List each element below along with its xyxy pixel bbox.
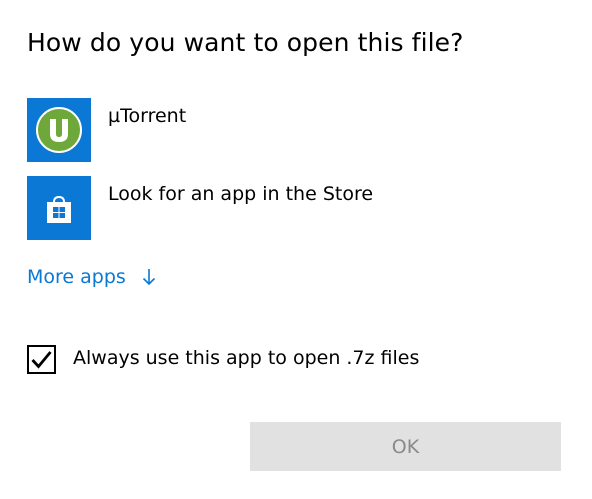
app-option-utorrent[interactable]: µTorrent [27,98,487,162]
app-option-store[interactable]: Look for an app in the Store [27,176,487,240]
store-tile [27,176,91,240]
utorrent-tile [27,98,91,162]
ok-button[interactable]: OK [250,422,561,471]
open-with-dialog: How do you want to open this file? µTorr… [0,0,592,499]
always-use-checkbox[interactable] [27,345,56,374]
utorrent-icon [36,107,82,153]
arrow-down-icon [142,268,156,291]
always-use-label: Always use this app to open .7z files [73,347,420,369]
more-apps-label: More apps [27,266,126,288]
app-label-store: Look for an app in the Store [108,183,374,205]
app-label-utorrent: µTorrent [108,105,187,127]
store-icon [47,196,71,223]
dialog-title: How do you want to open this file? [27,28,464,57]
checkmark-icon [31,351,52,369]
more-apps-link[interactable]: More apps [27,266,156,291]
